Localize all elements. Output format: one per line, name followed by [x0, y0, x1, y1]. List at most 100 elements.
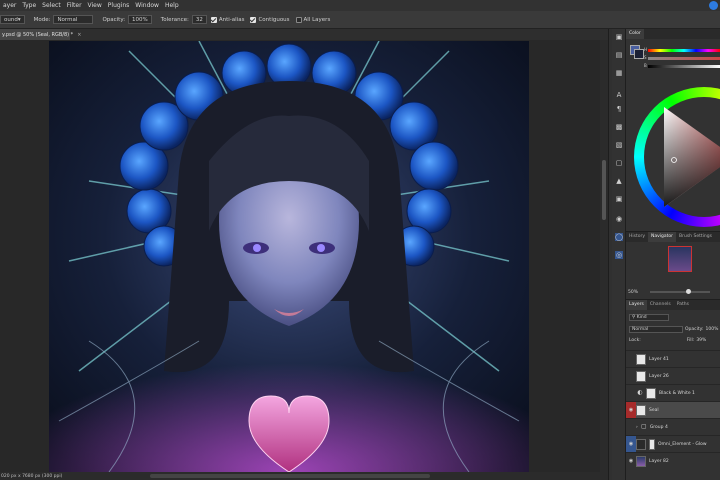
layer-kind-filter[interactable]: ⚲ Kind	[629, 314, 669, 321]
navigator-preview[interactable]	[668, 246, 692, 272]
canvas-area[interactable]	[0, 40, 600, 472]
visibility-toggle[interactable]	[626, 351, 636, 368]
navigator-icon[interactable]: ◎	[615, 251, 623, 259]
layer-row[interactable]: ◉ Layer 82	[626, 452, 720, 469]
styles-icon[interactable]: ▲	[615, 177, 623, 185]
tool-preset-picker[interactable]: ound ▾	[0, 15, 25, 24]
anti-alias-checkbox[interactable]: Anti-alias	[210, 16, 244, 23]
libraries-icon[interactable]: ▤	[615, 51, 623, 59]
tool-preset-label: ound	[4, 16, 18, 23]
menu-bar: ayer Type Select Filter View Plugins Win…	[0, 0, 720, 11]
layer-name: Layer 26	[649, 373, 669, 379]
color-wheel[interactable]	[634, 87, 720, 227]
saturation-triangle[interactable]	[634, 87, 720, 227]
menu-filter[interactable]: Filter	[64, 2, 85, 9]
mode-select[interactable]: Normal	[53, 15, 94, 24]
visibility-toggle[interactable]	[626, 368, 636, 385]
right-panel: Color H S B History Navigator Brush Sett…	[626, 29, 720, 480]
tab-color[interactable]: Color	[626, 29, 644, 39]
all-layers-label: All Layers	[303, 16, 331, 23]
history-icon[interactable]: ◯	[615, 233, 623, 241]
document-tab[interactable]: y.psd @ 50% (Seal, RGB/8) * ×	[0, 29, 81, 40]
opacity-field[interactable]: 100%	[128, 15, 152, 24]
layer-thumbnail	[636, 438, 646, 450]
visibility-toggle[interactable]	[626, 419, 636, 436]
gradients-icon[interactable]: ▧	[615, 141, 623, 149]
chevron-right-icon[interactable]: ›	[636, 425, 638, 430]
adjustments-icon[interactable]: ▢	[615, 159, 623, 167]
tab-navigator[interactable]: Navigator	[648, 232, 677, 242]
layer-row[interactable]: ◐ Black & White 1	[626, 384, 720, 401]
folder-icon: ▢	[640, 423, 647, 430]
layer-name: Group 4	[649, 424, 668, 430]
opacity-label: Opacity:	[102, 16, 126, 23]
layer-thumbnail	[636, 353, 646, 365]
visibility-toggle[interactable]: ◉	[626, 453, 636, 470]
checkbox-checked-icon	[250, 16, 257, 23]
background-color-swatch[interactable]	[634, 49, 644, 59]
visibility-toggle[interactable]	[626, 385, 636, 402]
visibility-toggle[interactable]: ◉	[626, 435, 636, 453]
scroll-thumb[interactable]	[602, 160, 606, 220]
menu-window[interactable]: Window	[132, 2, 162, 9]
patterns-icon[interactable]: ▣	[615, 195, 623, 203]
saturation-slider[interactable]: S	[644, 55, 720, 60]
layer-mask-thumbnail	[649, 438, 655, 450]
zoom-value[interactable]: 50%	[628, 290, 638, 295]
character-icon[interactable]: A	[615, 91, 623, 99]
horizontal-scrollbar[interactable]	[150, 474, 430, 478]
layer-row[interactable]: ◉ Omni_Element - Glow	[626, 435, 720, 453]
contiguous-checkbox[interactable]: Contiguous	[250, 16, 290, 23]
menu-plugins[interactable]: Plugins	[105, 2, 133, 9]
layer-filter-row: ⚲ Kind	[629, 314, 720, 321]
zoom-slider[interactable]	[650, 289, 711, 294]
properties-icon[interactable]: ▦	[615, 69, 623, 77]
layer-name: Seal	[649, 407, 659, 413]
color-tab-bar: Color	[626, 29, 720, 39]
tab-brush-settings[interactable]: Brush Settings	[676, 232, 715, 242]
artwork-image[interactable]	[49, 41, 529, 472]
menu-select[interactable]: Select	[39, 2, 64, 9]
blend-mode-select[interactable]: Normal	[629, 326, 683, 333]
brightness-slider[interactable]: B	[644, 63, 720, 68]
close-icon[interactable]: ×	[77, 32, 81, 38]
menu-layer[interactable]: ayer	[0, 2, 19, 9]
tolerance-value: 32	[195, 16, 203, 23]
layer-group-row[interactable]: › ▢ Group 4	[626, 418, 720, 435]
layer-opacity-value[interactable]: 100%	[706, 327, 719, 332]
opacity-value: 100%	[132, 16, 148, 23]
swatches-icon[interactable]: ▩	[615, 123, 623, 131]
layer-row[interactable]: Layer 41	[626, 350, 720, 367]
hue-slider[interactable]: H	[644, 47, 720, 52]
status-bar: 020 px x 7680 px (300 ppi)	[0, 472, 608, 480]
tab-channels[interactable]: Channels	[647, 300, 674, 310]
layer-row-selected[interactable]: ◉ Seal	[626, 401, 720, 419]
visibility-toggle[interactable]: ◉	[626, 401, 636, 419]
menu-type[interactable]: Type	[19, 2, 39, 9]
navigator-panel: History Navigator Brush Settings 50%	[626, 231, 720, 299]
zoom-slider-handle[interactable]	[686, 289, 692, 294]
document-tab-title: y.psd @ 50% (Seal, RGB/8) *	[2, 31, 74, 38]
layer-opacity-label: Opacity:	[685, 327, 704, 332]
chevron-down-icon: ▾	[17, 16, 21, 23]
comment-icon[interactable]: ▣	[615, 33, 623, 41]
document-tab-bar: y.psd @ 50% (Seal, RGB/8) * ×	[0, 29, 608, 40]
vertical-scrollbar[interactable]	[600, 40, 608, 472]
fill-value[interactable]: 39%	[696, 338, 706, 343]
tab-layers[interactable]: Layers	[626, 300, 647, 310]
share-icon[interactable]	[709, 1, 718, 10]
color-panel: H S B	[626, 39, 720, 231]
blend-mode-value: Normal	[632, 327, 649, 332]
layer-row[interactable]: Layer 26	[626, 367, 720, 384]
brushes-icon[interactable]: ◉	[615, 215, 623, 223]
lock-row: Lock: Fill: 39%	[629, 338, 720, 343]
contiguous-label: Contiguous	[258, 16, 290, 23]
menu-view[interactable]: View	[85, 2, 105, 9]
tab-paths[interactable]: Paths	[674, 300, 692, 310]
tab-history[interactable]: History	[626, 232, 648, 242]
menu-help[interactable]: Help	[162, 2, 182, 9]
tolerance-field[interactable]: 32	[191, 15, 207, 24]
mode-label: Mode:	[33, 16, 51, 23]
all-layers-checkbox[interactable]: All Layers	[295, 16, 331, 23]
paragraph-icon[interactable]: ¶	[615, 105, 623, 113]
